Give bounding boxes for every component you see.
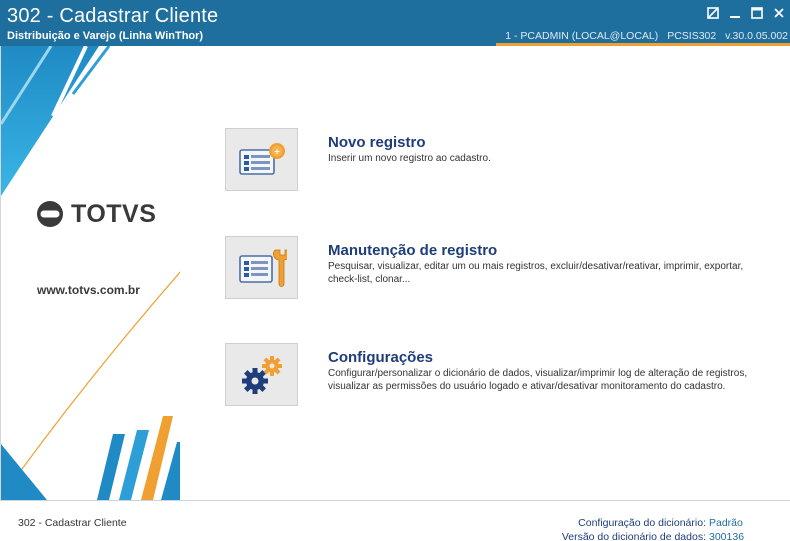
maximize-icon	[751, 7, 763, 19]
dictionary-version-label: Versão do dicionário de dados:	[561, 531, 706, 541]
close-icon	[774, 8, 784, 18]
option-settings[interactable]: Configurações Configurar/personalizar o …	[225, 343, 785, 407]
option-new-record[interactable]: + Novo registro Inserir um novo registro…	[225, 128, 785, 192]
status-routine-name: 302 - Cadastrar Cliente	[18, 517, 127, 529]
option-title[interactable]: Manutenção de registro	[328, 242, 497, 259]
dictionary-version-value: 300136	[709, 531, 745, 541]
connection-user: 1 - PCADMIN (LOCAL@LOCAL)	[505, 30, 659, 42]
logo-text: TOTVS	[71, 199, 157, 228]
minimize-button[interactable]	[726, 4, 744, 22]
dictionary-config-row: Configuração do dicionário: Padrão	[562, 516, 747, 530]
option-description: Pesquisar, visualizar, editar um ou mais…	[328, 261, 744, 285]
option-description: Configurar/personalizar o dicionário de …	[328, 368, 748, 392]
option-title[interactable]: Novo registro	[328, 134, 426, 151]
routine-code: PCSIS302	[667, 30, 717, 42]
maximize-button[interactable]	[748, 4, 766, 22]
restore-button[interactable]	[704, 4, 722, 22]
gears-icon	[241, 355, 282, 394]
totvs-logo-icon	[37, 201, 63, 227]
dictionary-info: Configuração do dicionário: Padrão Versão…	[562, 516, 747, 541]
main-content: + Novo registro Inserir um novo registro…	[180, 46, 790, 500]
restore-icon	[707, 7, 719, 19]
new-record-icon: +	[238, 142, 285, 175]
maintenance-icon	[238, 249, 287, 287]
connection-info: 1 - PCADMIN (LOCAL@LOCAL) PCSIS302 v.30.…	[499, 30, 788, 42]
title-bar: 302 - Cadastrar Cliente Distribuição e V…	[0, 0, 790, 46]
dictionary-version-row: Versão do dicionário de dados: 300136	[562, 530, 747, 541]
brand-panel: TOTVS www.totvs.com.br	[0, 46, 180, 500]
svg-text:+: +	[273, 147, 280, 156]
option-description: Inserir um novo registro ao cadastro.	[328, 153, 491, 164]
maintenance-button[interactable]	[225, 236, 298, 299]
close-button[interactable]	[770, 4, 788, 22]
minimize-icon	[730, 16, 740, 18]
dictionary-config-value: Padrão	[709, 517, 743, 529]
window-title: 302 - Cadastrar Cliente	[7, 5, 219, 27]
option-title[interactable]: Configurações	[328, 349, 433, 366]
status-bar: 302 - Cadastrar Cliente Configuração do …	[0, 500, 790, 541]
totvs-logo: TOTVS	[35, 199, 156, 229]
settings-button[interactable]	[225, 343, 298, 406]
website-link: www.totvs.com.br	[37, 283, 140, 297]
option-maintenance[interactable]: Manutenção de registro Pesquisar, visual…	[225, 236, 785, 300]
new-record-button[interactable]: +	[225, 128, 298, 191]
window-subtitle: Distribuição e Varejo (Linha WinThor)	[7, 30, 204, 42]
decorative-stripes	[1, 46, 180, 500]
app-version: v.30.0.05.002	[725, 30, 788, 42]
dictionary-config-label: Configuração do dicionário:	[578, 517, 706, 529]
